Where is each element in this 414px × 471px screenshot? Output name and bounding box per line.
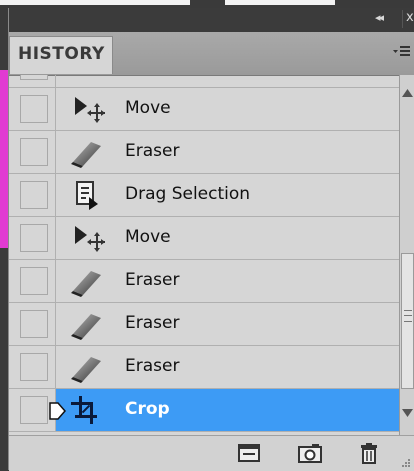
history-row[interactable]: Eraser [9,346,399,389]
panel-footer [9,435,414,471]
camera-icon [298,444,322,463]
tab-history[interactable]: HISTORY [9,36,113,74]
snapshot-source-checkbox[interactable] [20,396,48,424]
panel-menu-icon [393,46,410,56]
drag-selection-icon [76,181,98,210]
history-panel: ◂◂ x HISTORY Move Eraser Drag Selection … [8,8,414,471]
snapshot-source-checkbox[interactable] [20,95,48,123]
trash-icon [361,443,377,464]
history-scrollbar[interactable] [399,75,414,435]
eraser-icon [71,271,101,297]
eraser-icon [71,314,101,340]
panel-menu-button[interactable] [391,42,411,62]
history-row-label: Move [125,98,171,118]
history-row-label: Eraser [125,270,180,290]
history-row-label: Drag Selection [125,184,251,204]
snapshot-source-checkbox[interactable] [20,353,48,381]
tab-bar: HISTORY [9,32,414,76]
history-row[interactable]: Move [9,88,399,131]
history-row[interactable]: Drag Selection [9,174,399,217]
move-tool-icon [75,226,105,252]
new-document-icon [238,444,260,462]
history-row[interactable]: Eraser [9,131,399,174]
snapshot-source-checkbox[interactable] [20,181,48,209]
close-panel-button[interactable]: x [402,10,414,28]
history-row-label: Eraser [125,356,180,376]
eraser-icon [71,142,101,168]
history-row-label: Eraser [125,141,180,161]
crop-tool-icon [71,396,97,424]
eraser-icon [71,357,101,383]
delete-state-button[interactable] [357,442,381,464]
history-row-label: Eraser [125,313,180,333]
new-document-from-state-button[interactable] [237,442,261,464]
history-row[interactable]: Eraser [9,303,399,346]
history-row-selected[interactable]: Crop [9,389,399,432]
snapshot-source-checkbox[interactable] [20,138,48,166]
snapshot-source-checkbox[interactable] [20,267,48,295]
scroll-up-icon[interactable] [402,89,413,97]
history-state-slider-icon[interactable] [49,402,67,420]
history-row[interactable]: Move [9,217,399,260]
history-list: Move Eraser Drag Selection Move Eraser E… [9,75,399,435]
history-row-label: Move [125,227,171,247]
collapse-panel-button[interactable]: ◂◂ [375,11,395,27]
resize-grip-icon[interactable] [401,458,411,468]
create-snapshot-button[interactable] [297,442,322,464]
history-row[interactable]: Eraser [9,260,399,303]
scroll-down-icon[interactable] [402,409,413,417]
snapshot-source-checkbox[interactable] [20,310,48,338]
panel-titlebar: ◂◂ x [9,8,414,32]
move-tool-icon [75,97,105,123]
history-row-label: Crop [125,399,170,419]
snapshot-source-checkbox[interactable] [20,224,48,252]
tab-history-label: HISTORY [18,44,105,64]
scrollbar-thumb[interactable] [401,253,414,389]
snapshot-source-checkbox[interactable] [20,75,48,80]
history-row-partial[interactable] [9,75,399,88]
